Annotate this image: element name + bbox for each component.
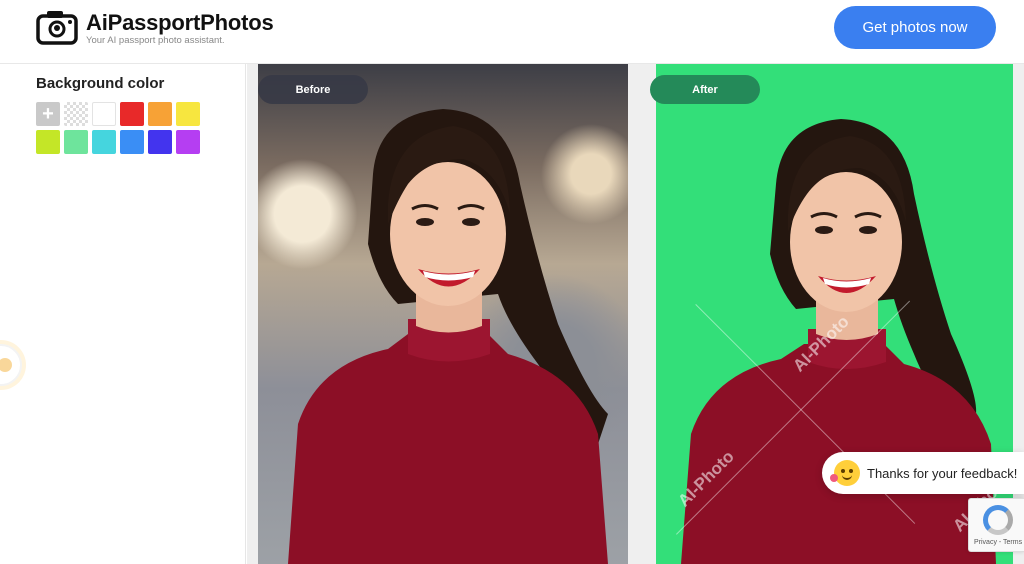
header: AiPassportPhotos Your AI passport photo … bbox=[0, 0, 1024, 64]
feedback-toast-text: Thanks for your feedback! bbox=[867, 465, 1018, 481]
background-color-title: Background color bbox=[36, 75, 165, 92]
lime-swatch[interactable] bbox=[36, 130, 60, 154]
purple-swatch[interactable] bbox=[176, 130, 200, 154]
plus-icon: + bbox=[42, 103, 54, 125]
color-swatch-grid: + bbox=[36, 102, 200, 154]
get-photos-button[interactable]: Get photos now bbox=[834, 6, 996, 49]
transparent-swatch[interactable] bbox=[64, 102, 88, 126]
recaptcha-icon bbox=[983, 505, 1013, 535]
mint-swatch[interactable] bbox=[64, 130, 88, 154]
recaptcha-links[interactable]: Privacy - Terms bbox=[974, 539, 1022, 546]
before-label: Before bbox=[258, 75, 368, 104]
cyan-swatch[interactable] bbox=[92, 130, 116, 154]
person-illustration-before bbox=[288, 109, 608, 564]
blue-swatch[interactable] bbox=[120, 130, 144, 154]
add-color-swatch[interactable]: + bbox=[36, 102, 60, 126]
indigo-swatch[interactable] bbox=[148, 130, 172, 154]
after-label: After bbox=[650, 75, 760, 104]
white-swatch[interactable] bbox=[92, 102, 116, 126]
before-photo bbox=[258, 64, 628, 564]
brand-name: AiPassportPhotos bbox=[86, 10, 274, 35]
brand-tagline: Your AI passport photo assistant. bbox=[86, 35, 225, 46]
feedback-toast[interactable]: Thanks for your feedback! bbox=[822, 452, 1024, 494]
recaptcha-badge[interactable]: Privacy - Terms bbox=[968, 498, 1024, 552]
yellow-swatch[interactable] bbox=[176, 102, 200, 126]
smiley-hearts-icon bbox=[830, 460, 860, 486]
orange-swatch[interactable] bbox=[148, 102, 172, 126]
camera-logo-icon bbox=[36, 11, 78, 45]
red-swatch[interactable] bbox=[120, 102, 144, 126]
